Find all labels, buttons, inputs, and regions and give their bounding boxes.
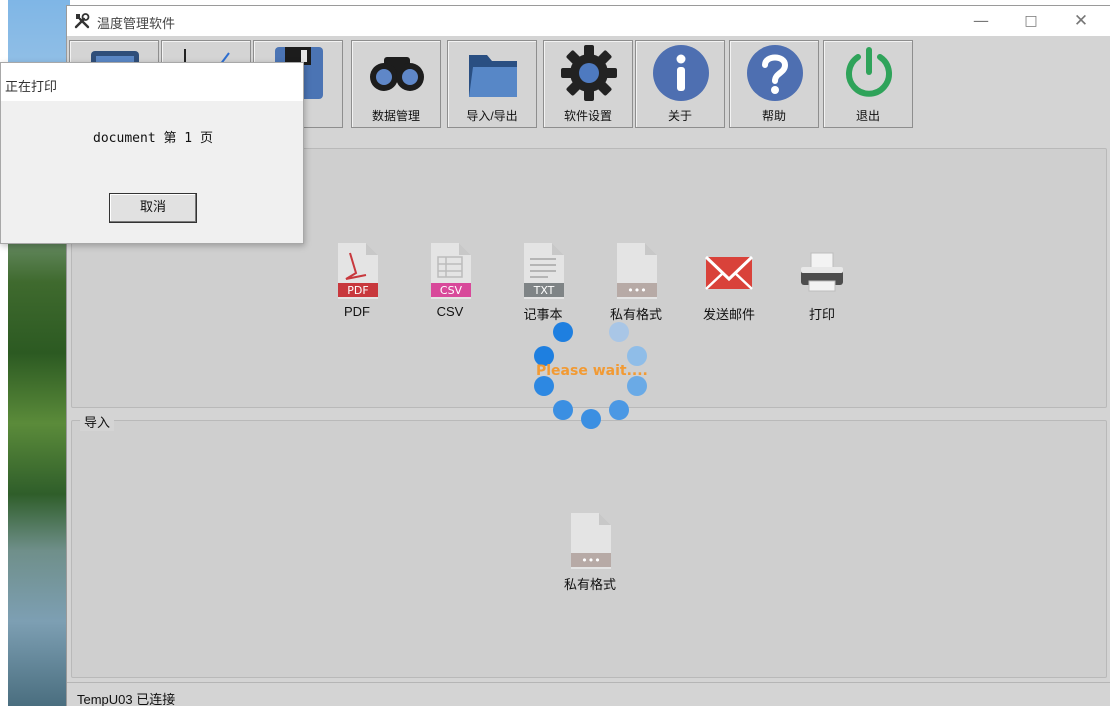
spinner-dot <box>534 376 554 396</box>
toolbar-label: 退出 <box>855 109 880 123</box>
toolbar-button-exit[interactable]: 退出 <box>823 40 913 128</box>
please-wait-text: Please wait.... <box>536 363 648 379</box>
printing-dialog-titlebar[interactable]: 正在打印 <box>1 63 303 101</box>
toolbar-label: 导入/导出 <box>466 109 518 123</box>
power-icon <box>846 47 892 97</box>
svg-text:•••: ••• <box>627 284 646 297</box>
spinner-dot <box>609 322 629 342</box>
printing-dialog-title: 正在打印 <box>5 79 58 94</box>
status-bar: TempU03 已连接 <box>67 682 1110 706</box>
cancel-print-button[interactable]: 取消 <box>109 193 197 223</box>
svg-text:CSV: CSV <box>440 284 463 297</box>
info-icon <box>653 45 709 101</box>
send-email-button[interactable]: 发送邮件 <box>694 241 764 323</box>
printer-icon <box>801 252 843 292</box>
toolbar-button-about[interactable]: 关于 <box>635 40 725 128</box>
toolbar-label: 软件设置 <box>563 109 612 123</box>
minimize-button[interactable]: — <box>958 8 1004 34</box>
toolbar-button-data-management[interactable]: 数据管理 <box>351 40 441 128</box>
printing-document-status: document 第 1 页 <box>93 131 213 146</box>
spinner-dot <box>609 400 629 420</box>
toolbar-label: 数据管理 <box>371 109 420 123</box>
close-button[interactable]: ✕ <box>1058 8 1104 34</box>
export-label: 打印 <box>808 307 835 322</box>
export-csv-button[interactable]: CSV CSV <box>415 241 485 319</box>
spinner-dot <box>627 376 647 396</box>
title-bar[interactable]: 温度管理软件 — □ ✕ <box>67 6 1110 36</box>
private-file-icon: ••• <box>617 243 657 299</box>
export-label: PDF <box>344 304 370 319</box>
svg-text:TXT: TXT <box>533 284 555 297</box>
folder-icon <box>469 55 517 97</box>
svg-text:PDF: PDF <box>347 284 368 297</box>
spinner-dot <box>553 400 573 420</box>
export-txt-button[interactable]: TXT 记事本 <box>508 241 578 323</box>
spinner-dot <box>553 322 573 342</box>
export-pdf-button[interactable]: PDF PDF <box>322 241 392 319</box>
import-group-title: 导入 <box>80 412 115 431</box>
tools-icon <box>74 13 90 29</box>
txt-file-icon: TXT <box>524 243 564 299</box>
loading-spinner: Please wait.... <box>526 316 656 436</box>
maximize-button[interactable]: □ <box>1008 8 1054 34</box>
printing-dialog: 正在打印 document 第 1 页 取消 <box>0 62 304 244</box>
export-label: CSV <box>436 304 464 319</box>
toolbar-button-help[interactable]: 帮助 <box>729 40 819 128</box>
toolbar-button-import-export[interactable]: 导入/导出 <box>447 40 537 128</box>
toolbar-label: 关于 <box>667 109 692 123</box>
binoculars-icon <box>370 57 424 91</box>
toolbar-button-software-settings[interactable]: 软件设置 <box>543 40 633 128</box>
spinner-dot <box>581 409 601 429</box>
csv-file-icon: CSV <box>431 243 471 299</box>
toolbar-label: 帮助 <box>761 109 786 123</box>
mail-icon <box>704 255 754 290</box>
svg-text:•••: ••• <box>581 554 600 567</box>
window-title: 温度管理软件 <box>97 16 176 31</box>
print-button[interactable]: 打印 <box>787 241 857 323</box>
private-file-icon: ••• <box>571 513 611 569</box>
export-private-format-button[interactable]: ••• 私有格式 <box>601 241 671 323</box>
gear-icon <box>561 45 617 101</box>
export-label: 发送邮件 <box>702 307 755 322</box>
import-private-format-button[interactable]: ••• 私有格式 <box>555 511 625 593</box>
help-icon <box>747 45 803 101</box>
connection-status: TempU03 已连接 <box>77 692 176 706</box>
import-label: 私有格式 <box>563 577 616 592</box>
pdf-file-icon: PDF <box>338 243 378 299</box>
import-group: 导入 ••• 私有格式 <box>71 412 1107 678</box>
